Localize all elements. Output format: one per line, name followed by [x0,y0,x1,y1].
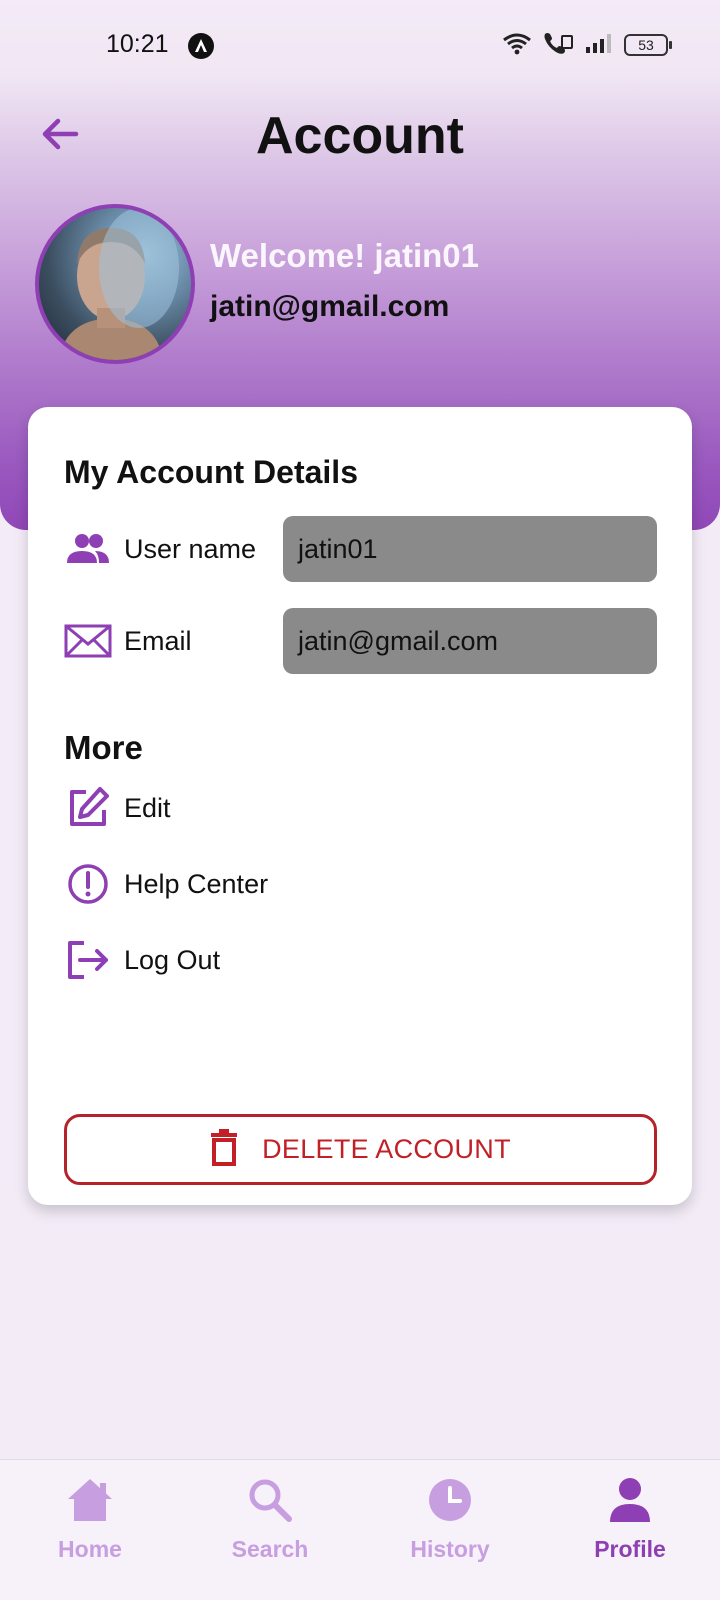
mail-icon [64,621,112,661]
username-field: jatin01 [283,516,657,582]
logout-icon [64,936,112,984]
nav-history[interactable]: History [360,1460,540,1600]
nav-home[interactable]: Home [0,1460,180,1600]
username-row: User name jatin01 [64,516,660,582]
search-icon [244,1474,296,1526]
page-title: Account [256,107,464,165]
wifi-call-icon [542,30,574,61]
status-bar: 10:21 53 [0,0,720,92]
nav-home-label: Home [58,1536,122,1562]
battery-icon: 53 [624,34,672,56]
logout-label: Log Out [124,944,221,975]
edit-menu-item[interactable]: Edit [64,783,464,833]
delete-account-button[interactable]: DELETE ACCOUNT [64,1114,657,1185]
email-row: Email jatin@gmail.com [64,608,660,674]
help-center-menu-item[interactable]: Help Center [64,859,464,909]
users-icon [64,529,112,569]
nav-search-label: Search [231,1536,309,1562]
status-icons: 53 [502,30,672,61]
more-section-title: More [64,729,143,766]
signal-icon [584,31,614,60]
delete-account-label: DELETE ACCOUNT [262,1134,511,1164]
person-icon [604,1474,656,1526]
logout-menu-item[interactable]: Log Out [64,935,464,985]
email-label: Email [124,625,192,656]
wifi-icon [502,31,532,60]
account-details-card: My Account Details User name jatin01 Ema… [28,407,692,1205]
email-field: jatin@gmail.com [283,608,657,674]
bottom-navigation: Home Search History Profile [0,1459,720,1600]
status-time: 10:21 [106,30,169,58]
home-icon [64,1474,116,1526]
account-screen: 10:21 53 Account Welcome! jatin01 jatin@… [0,0,720,1600]
edit-icon [64,784,112,832]
profile-email: jatin@gmail.com [210,290,450,323]
app-notification-icon [188,33,214,59]
avatar[interactable] [35,204,195,364]
nav-history-label: History [410,1536,490,1562]
nav-profile-label: Profile [594,1536,666,1562]
username-label: User name [124,533,257,564]
nav-search[interactable]: Search [180,1460,360,1600]
welcome-text: Welcome! jatin01 [210,237,479,274]
clock-icon [424,1474,476,1526]
alert-circle-icon [64,860,112,908]
help-center-label: Help Center [124,868,269,899]
nav-profile[interactable]: Profile [540,1460,720,1600]
card-title: My Account Details [64,454,358,490]
edit-label: Edit [124,792,171,823]
trash-icon [210,1128,238,1171]
